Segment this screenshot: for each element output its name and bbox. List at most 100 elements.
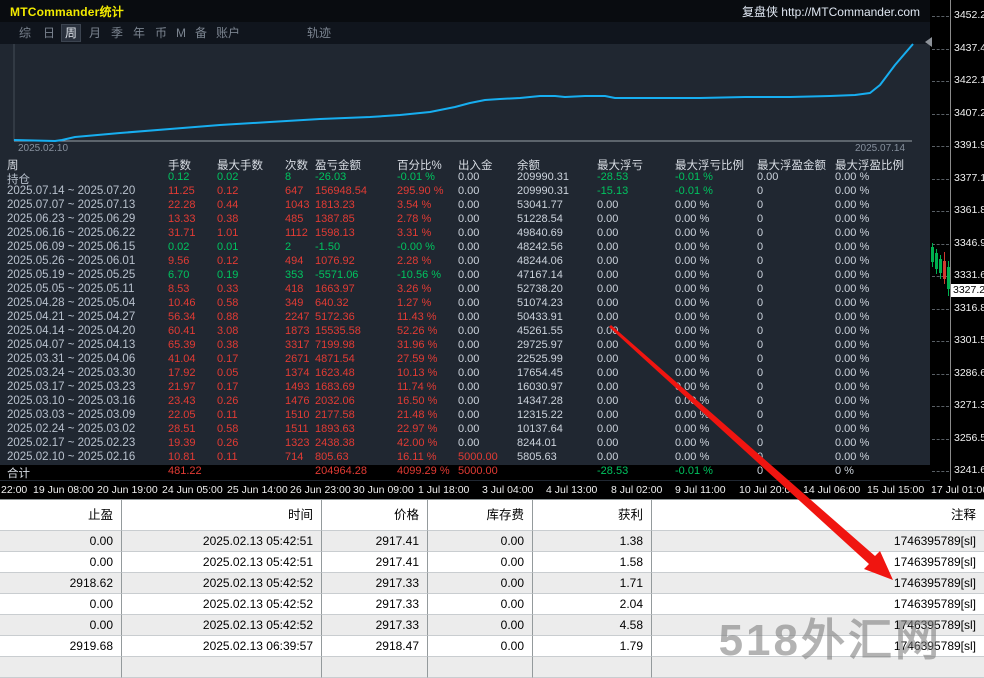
- stats-row: 2025.03.10 ~ 2025.03.1623.430.2614762032…: [0, 395, 930, 409]
- stats-cell: 0: [757, 227, 763, 239]
- time-axis-label: 9 Jul 11:00: [675, 484, 726, 496]
- price-tick: [932, 471, 949, 472]
- stats-cell: 0.00: [458, 437, 479, 449]
- stats-cell: 0: [757, 199, 763, 211]
- stats-cell: 0.00 %: [835, 255, 869, 267]
- menu-item-M[interactable]: M: [173, 25, 189, 41]
- stats-cell: 16030.97: [517, 381, 563, 393]
- stats-row: 2025.02.17 ~ 2025.02.2319.390.2613232438…: [0, 437, 930, 451]
- price-label: 3256.5: [954, 432, 984, 444]
- stats-cell: -0.01 %: [675, 465, 713, 477]
- stats-cell: 1493: [285, 381, 309, 393]
- menu-item-季[interactable]: 季: [108, 25, 126, 41]
- price-tick: [932, 114, 949, 115]
- trades-row[interactable]: 0.002025.02.13 05:42:512917.410.001.3817…: [0, 531, 984, 552]
- stats-cell: 0.00 %: [675, 423, 709, 435]
- stats-cell: 0.11: [217, 451, 238, 463]
- stats-cell: 9.56: [168, 255, 189, 267]
- stats-cell: 0.00: [597, 311, 618, 323]
- stats-cell: -28.53: [597, 465, 628, 477]
- stats-cell: 1374: [285, 367, 309, 379]
- stats-cell: 0.00 %: [675, 367, 709, 379]
- price-tick: [932, 309, 949, 310]
- stats-cell: 0.58: [217, 297, 238, 309]
- trades-col-header: 获利: [533, 500, 652, 531]
- stats-cell: 0.05: [217, 367, 238, 379]
- trades-cell: 0.00: [428, 594, 533, 615]
- time-axis-label: 15 Jul 15:00: [867, 484, 924, 496]
- stats-cell: 11.43 %: [397, 311, 437, 323]
- stats-cell: 0.12: [217, 185, 238, 197]
- price-label: 3301.5: [954, 334, 984, 346]
- panel-title: MTCommander统计: [10, 3, 124, 20]
- stats-period-label: 2025.04.21 ~ 2025.04.27: [7, 311, 135, 323]
- stats-cell: -1.50: [315, 241, 340, 253]
- menu-item-年[interactable]: 年: [130, 25, 148, 41]
- brand-link[interactable]: 复盘侠 http://MTCommander.com: [742, 3, 920, 20]
- time-axis-label: 22:00: [1, 484, 27, 496]
- stats-row: 2025.04.28 ~ 2025.05.0410.460.58349640.3…: [0, 297, 930, 311]
- price-label: 3346.9: [954, 237, 984, 249]
- trades-cell: [533, 657, 652, 678]
- stats-cell: 0.00: [757, 171, 778, 183]
- stats-cell: 0.00: [458, 325, 479, 337]
- stats-cell: 0.00 %: [675, 311, 709, 323]
- stats-cell: 0.88: [217, 311, 238, 323]
- stats-cell: 0.00 %: [675, 227, 709, 239]
- stats-row: 2025.07.14 ~ 2025.07.2011.250.1264715694…: [0, 185, 930, 199]
- trades-row[interactable]: 2918.622025.02.13 05:42:522917.330.001.7…: [0, 573, 984, 594]
- stats-cell: 2032.06: [315, 395, 355, 407]
- stats-cell: 0.00: [597, 367, 618, 379]
- menu-item-综[interactable]: 综: [16, 25, 34, 41]
- stats-cell: 0.00: [597, 339, 618, 351]
- stats-cell: 0.00: [458, 353, 479, 365]
- menu-item-币[interactable]: 币: [152, 25, 170, 41]
- panel-resize-handle[interactable]: [925, 37, 932, 47]
- stats-cell: 0.02: [217, 171, 238, 183]
- price-tick: [932, 81, 949, 82]
- time-axis-label: 14 Jul 06:00: [803, 484, 860, 496]
- stats-cell: 1623.48: [315, 367, 355, 379]
- stats-cell: 0.00: [597, 227, 618, 239]
- stats-cell: 0.00: [597, 241, 618, 253]
- menu-item-备[interactable]: 备: [192, 25, 210, 41]
- trades-cell: 0.00: [428, 573, 533, 594]
- stats-cell: 0.00: [458, 213, 479, 225]
- price-tick: [932, 439, 949, 440]
- trades-cell: 1746395789[sl]: [652, 552, 984, 573]
- current-price-tag: 3327.2: [951, 284, 984, 297]
- stats-cell: 0.00: [597, 297, 618, 309]
- menu-item-周[interactable]: 周: [62, 25, 80, 41]
- stats-cell: 0.00 %: [835, 451, 869, 463]
- menu-item-月[interactable]: 月: [86, 25, 104, 41]
- stats-period-label: 合计: [7, 465, 30, 481]
- stats-cell: 494: [285, 255, 303, 267]
- menu-item-轨迹[interactable]: 轨迹: [304, 25, 334, 41]
- stats-cell: 0.02: [168, 241, 189, 253]
- stats-cell: 0: [757, 423, 763, 435]
- stats-cell: -0.01 %: [675, 185, 713, 197]
- stats-cell: 21.97: [168, 381, 196, 393]
- stats-period-label: 2025.04.14 ~ 2025.04.20: [7, 325, 135, 337]
- price-tick: [932, 16, 949, 17]
- trades-row[interactable]: 0.002025.02.13 05:42:512917.410.001.5817…: [0, 552, 984, 573]
- time-axis-label: 1 Jul 18:00: [418, 484, 469, 496]
- time-axis-label: 20 Jun 19:00: [97, 484, 158, 496]
- stats-cell: 0.00: [458, 283, 479, 295]
- trades-cell: [428, 657, 533, 678]
- menu-item-账户[interactable]: 账户: [213, 25, 243, 41]
- stats-cell: 5000.00: [458, 465, 498, 477]
- stats-cell: 0.00: [458, 381, 479, 393]
- candle-body: [935, 253, 938, 269]
- stats-cell: 22.28: [168, 199, 196, 211]
- time-axis-label: 3 Jul 04:00: [482, 484, 533, 496]
- time-axis-label: 4 Jul 13:00: [546, 484, 597, 496]
- stats-cell: 1873: [285, 325, 309, 337]
- trades-cell: 1.58: [533, 552, 652, 573]
- stats-period-label: 2025.06.16 ~ 2025.06.22: [7, 227, 135, 239]
- trades-col-header: 注释: [652, 500, 984, 531]
- trades-cell: 0.00: [428, 531, 533, 552]
- price-label: 3286.6: [954, 367, 984, 379]
- equity-chart: [0, 42, 930, 142]
- menu-item-日[interactable]: 日: [40, 25, 58, 41]
